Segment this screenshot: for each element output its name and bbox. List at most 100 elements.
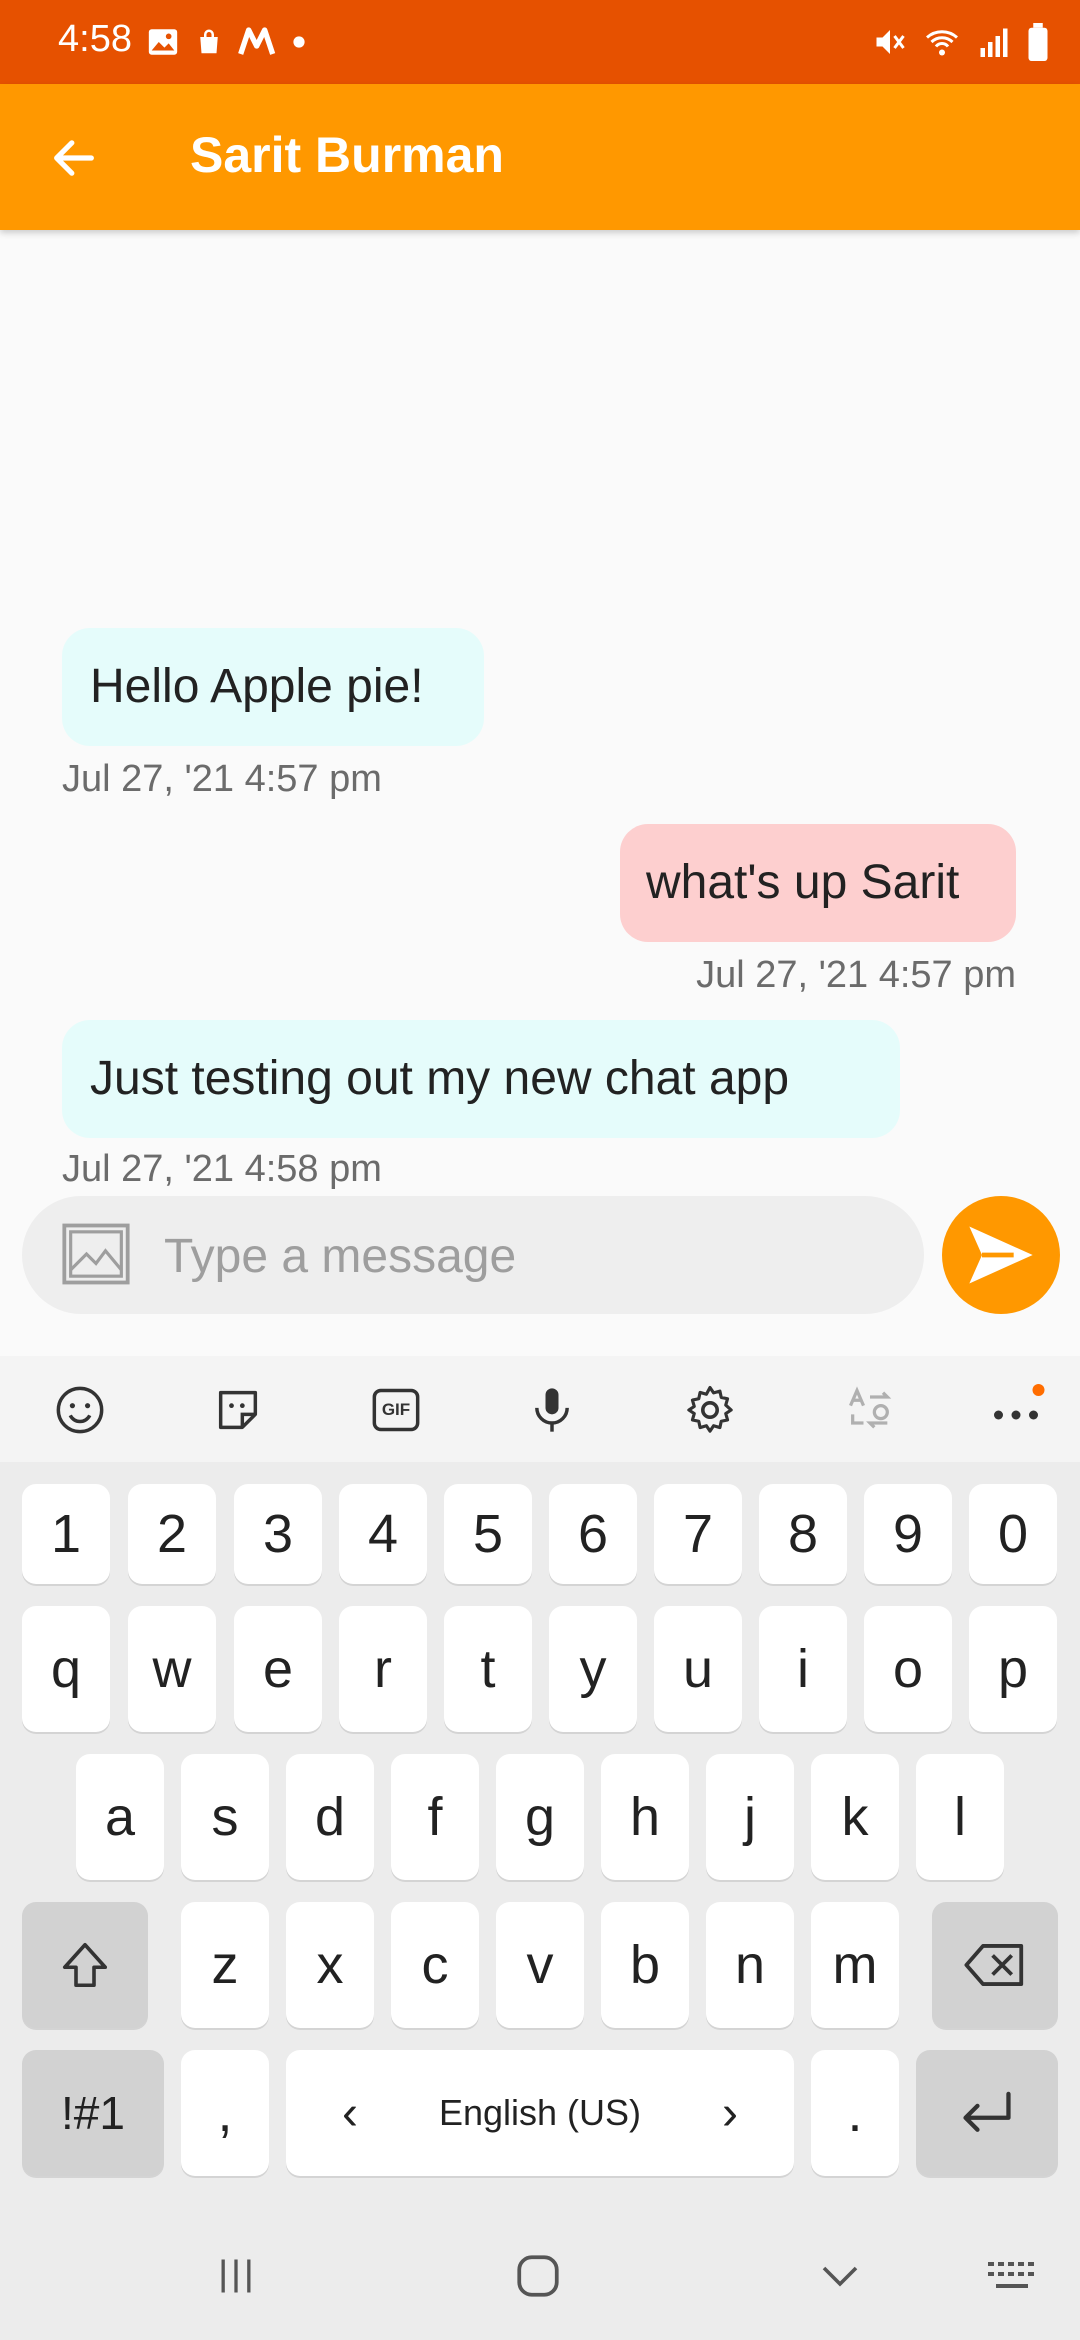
key-q[interactable]: q (22, 1606, 110, 1732)
send-icon (969, 1226, 1033, 1284)
image-icon (62, 1223, 130, 1285)
shift-icon (62, 1942, 108, 1988)
arrow-left-icon (54, 140, 94, 176)
message-bubble-incoming[interactable]: Just testing out my new chat app (62, 1020, 900, 1138)
translate-button[interactable] (838, 1378, 902, 1442)
key-z[interactable]: z (181, 1902, 269, 2028)
wifi-icon (926, 30, 958, 56)
key-v[interactable]: v (496, 1902, 584, 2028)
key-b[interactable]: b (601, 1902, 689, 2028)
message-bubble-incoming[interactable]: Hello Apple pie! (62, 628, 484, 746)
key-x[interactable]: x (286, 1902, 374, 2028)
symbols-key[interactable]: !#1 (22, 2050, 164, 2176)
key-8[interactable]: 8 (759, 1484, 847, 1584)
status-bar: 4:58 (0, 0, 1080, 84)
key-6[interactable]: 6 (549, 1484, 637, 1584)
message-timestamp: Jul 27, '21 4:57 pm (696, 954, 1016, 996)
key-l[interactable]: l (916, 1754, 1004, 1880)
sticker-icon (218, 1390, 258, 1430)
keyboard: GIF 1 2 3 4 5 6 7 8 9 0 q w e r t y u i … (0, 1356, 1080, 2340)
message-list[interactable]: Hello Apple pie! Jul 27, '21 4:57 pm wha… (0, 230, 1080, 1190)
key-h[interactable]: h (601, 1754, 689, 1880)
home-icon (517, 2255, 559, 2297)
key-f[interactable]: f (391, 1754, 479, 1880)
recents-icon (221, 2259, 251, 2293)
back-button[interactable] (40, 124, 108, 192)
language-next-icon: › (722, 2086, 738, 2140)
keyboard-settings-button[interactable] (678, 1378, 742, 1442)
shift-key[interactable] (22, 1902, 148, 2028)
status-time: 4:58 (58, 18, 132, 60)
key-o[interactable]: o (864, 1606, 952, 1732)
message-input[interactable] (162, 1206, 906, 1306)
key-4[interactable]: 4 (339, 1484, 427, 1584)
composer (0, 1190, 1080, 1360)
message-text: Hello Apple pie! (90, 660, 424, 713)
key-y[interactable]: y (549, 1606, 637, 1732)
emoji-icon (56, 1386, 104, 1434)
battery-icon (1028, 23, 1048, 61)
home-button[interactable] (498, 2246, 578, 2306)
signal-icon (980, 28, 1008, 57)
period-key[interactable]: . (811, 2050, 899, 2176)
translate-icon (849, 1386, 892, 1429)
enter-icon (963, 2091, 1011, 2132)
message-text: Just testing out my new chat app (90, 1052, 790, 1105)
keyboard-switch-button[interactable] (972, 2246, 1052, 2306)
key-t[interactable]: t (444, 1606, 532, 1732)
gif-label: GIF (381, 1400, 411, 1419)
key-c[interactable]: c (391, 1902, 479, 2028)
key-r[interactable]: r (339, 1606, 427, 1732)
chat-title: Sarit Burman (190, 127, 504, 183)
message-timestamp: Jul 27, '21 4:57 pm (62, 758, 382, 800)
gallery-icon (148, 29, 178, 55)
space-key[interactable]: ‹ English (US) › (286, 2050, 794, 2176)
key-5[interactable]: 5 (444, 1484, 532, 1584)
keyboard-icon (988, 2262, 1034, 2288)
emoji-button[interactable] (48, 1378, 112, 1442)
sticker-button[interactable] (206, 1378, 270, 1442)
backspace-key[interactable] (932, 1902, 1058, 2028)
key-u[interactable]: u (654, 1606, 742, 1732)
back-nav-button[interactable] (800, 2246, 880, 2306)
attach-image-button[interactable] (58, 1216, 134, 1292)
voice-input-button[interactable] (520, 1378, 584, 1442)
navigation-bar (0, 2212, 1080, 2340)
key-3[interactable]: 3 (234, 1484, 322, 1584)
enter-key[interactable] (916, 2050, 1058, 2176)
key-k[interactable]: k (811, 1754, 899, 1880)
m-app-icon (238, 27, 276, 55)
key-i[interactable]: i (759, 1606, 847, 1732)
comma-key[interactable]: , (181, 2050, 269, 2176)
key-0[interactable]: 0 (969, 1484, 1057, 1584)
key-a[interactable]: a (76, 1754, 164, 1880)
key-j[interactable]: j (706, 1754, 794, 1880)
chevron-down-icon (822, 2266, 858, 2287)
more-options-button[interactable] (984, 1378, 1048, 1442)
message-input-container (22, 1196, 924, 1314)
key-g[interactable]: g (496, 1754, 584, 1880)
key-2[interactable]: 2 (128, 1484, 216, 1584)
shopping-bag-icon (200, 29, 218, 54)
message-text: what's up Sarit (646, 856, 960, 909)
status-icons-right (872, 20, 1050, 64)
key-1[interactable]: 1 (22, 1484, 110, 1584)
key-9[interactable]: 9 (864, 1484, 952, 1584)
key-d[interactable]: d (286, 1754, 374, 1880)
keyboard-toolbar: GIF (0, 1356, 1080, 1462)
key-s[interactable]: s (181, 1754, 269, 1880)
status-icons-left (146, 20, 306, 64)
message-bubble-outgoing[interactable]: what's up Sarit (620, 824, 1016, 942)
recents-button[interactable] (196, 2246, 276, 2306)
key-n[interactable]: n (706, 1902, 794, 2028)
app-bar: Sarit Burman (0, 84, 1080, 230)
key-e[interactable]: e (234, 1606, 322, 1732)
gif-button[interactable]: GIF (364, 1378, 428, 1442)
key-7[interactable]: 7 (654, 1484, 742, 1584)
send-button[interactable] (942, 1196, 1060, 1314)
key-w[interactable]: w (128, 1606, 216, 1732)
key-m[interactable]: m (811, 1902, 899, 2028)
more-icon (994, 1384, 1045, 1420)
language-prev-icon: ‹ (342, 2086, 358, 2140)
key-p[interactable]: p (969, 1606, 1057, 1732)
